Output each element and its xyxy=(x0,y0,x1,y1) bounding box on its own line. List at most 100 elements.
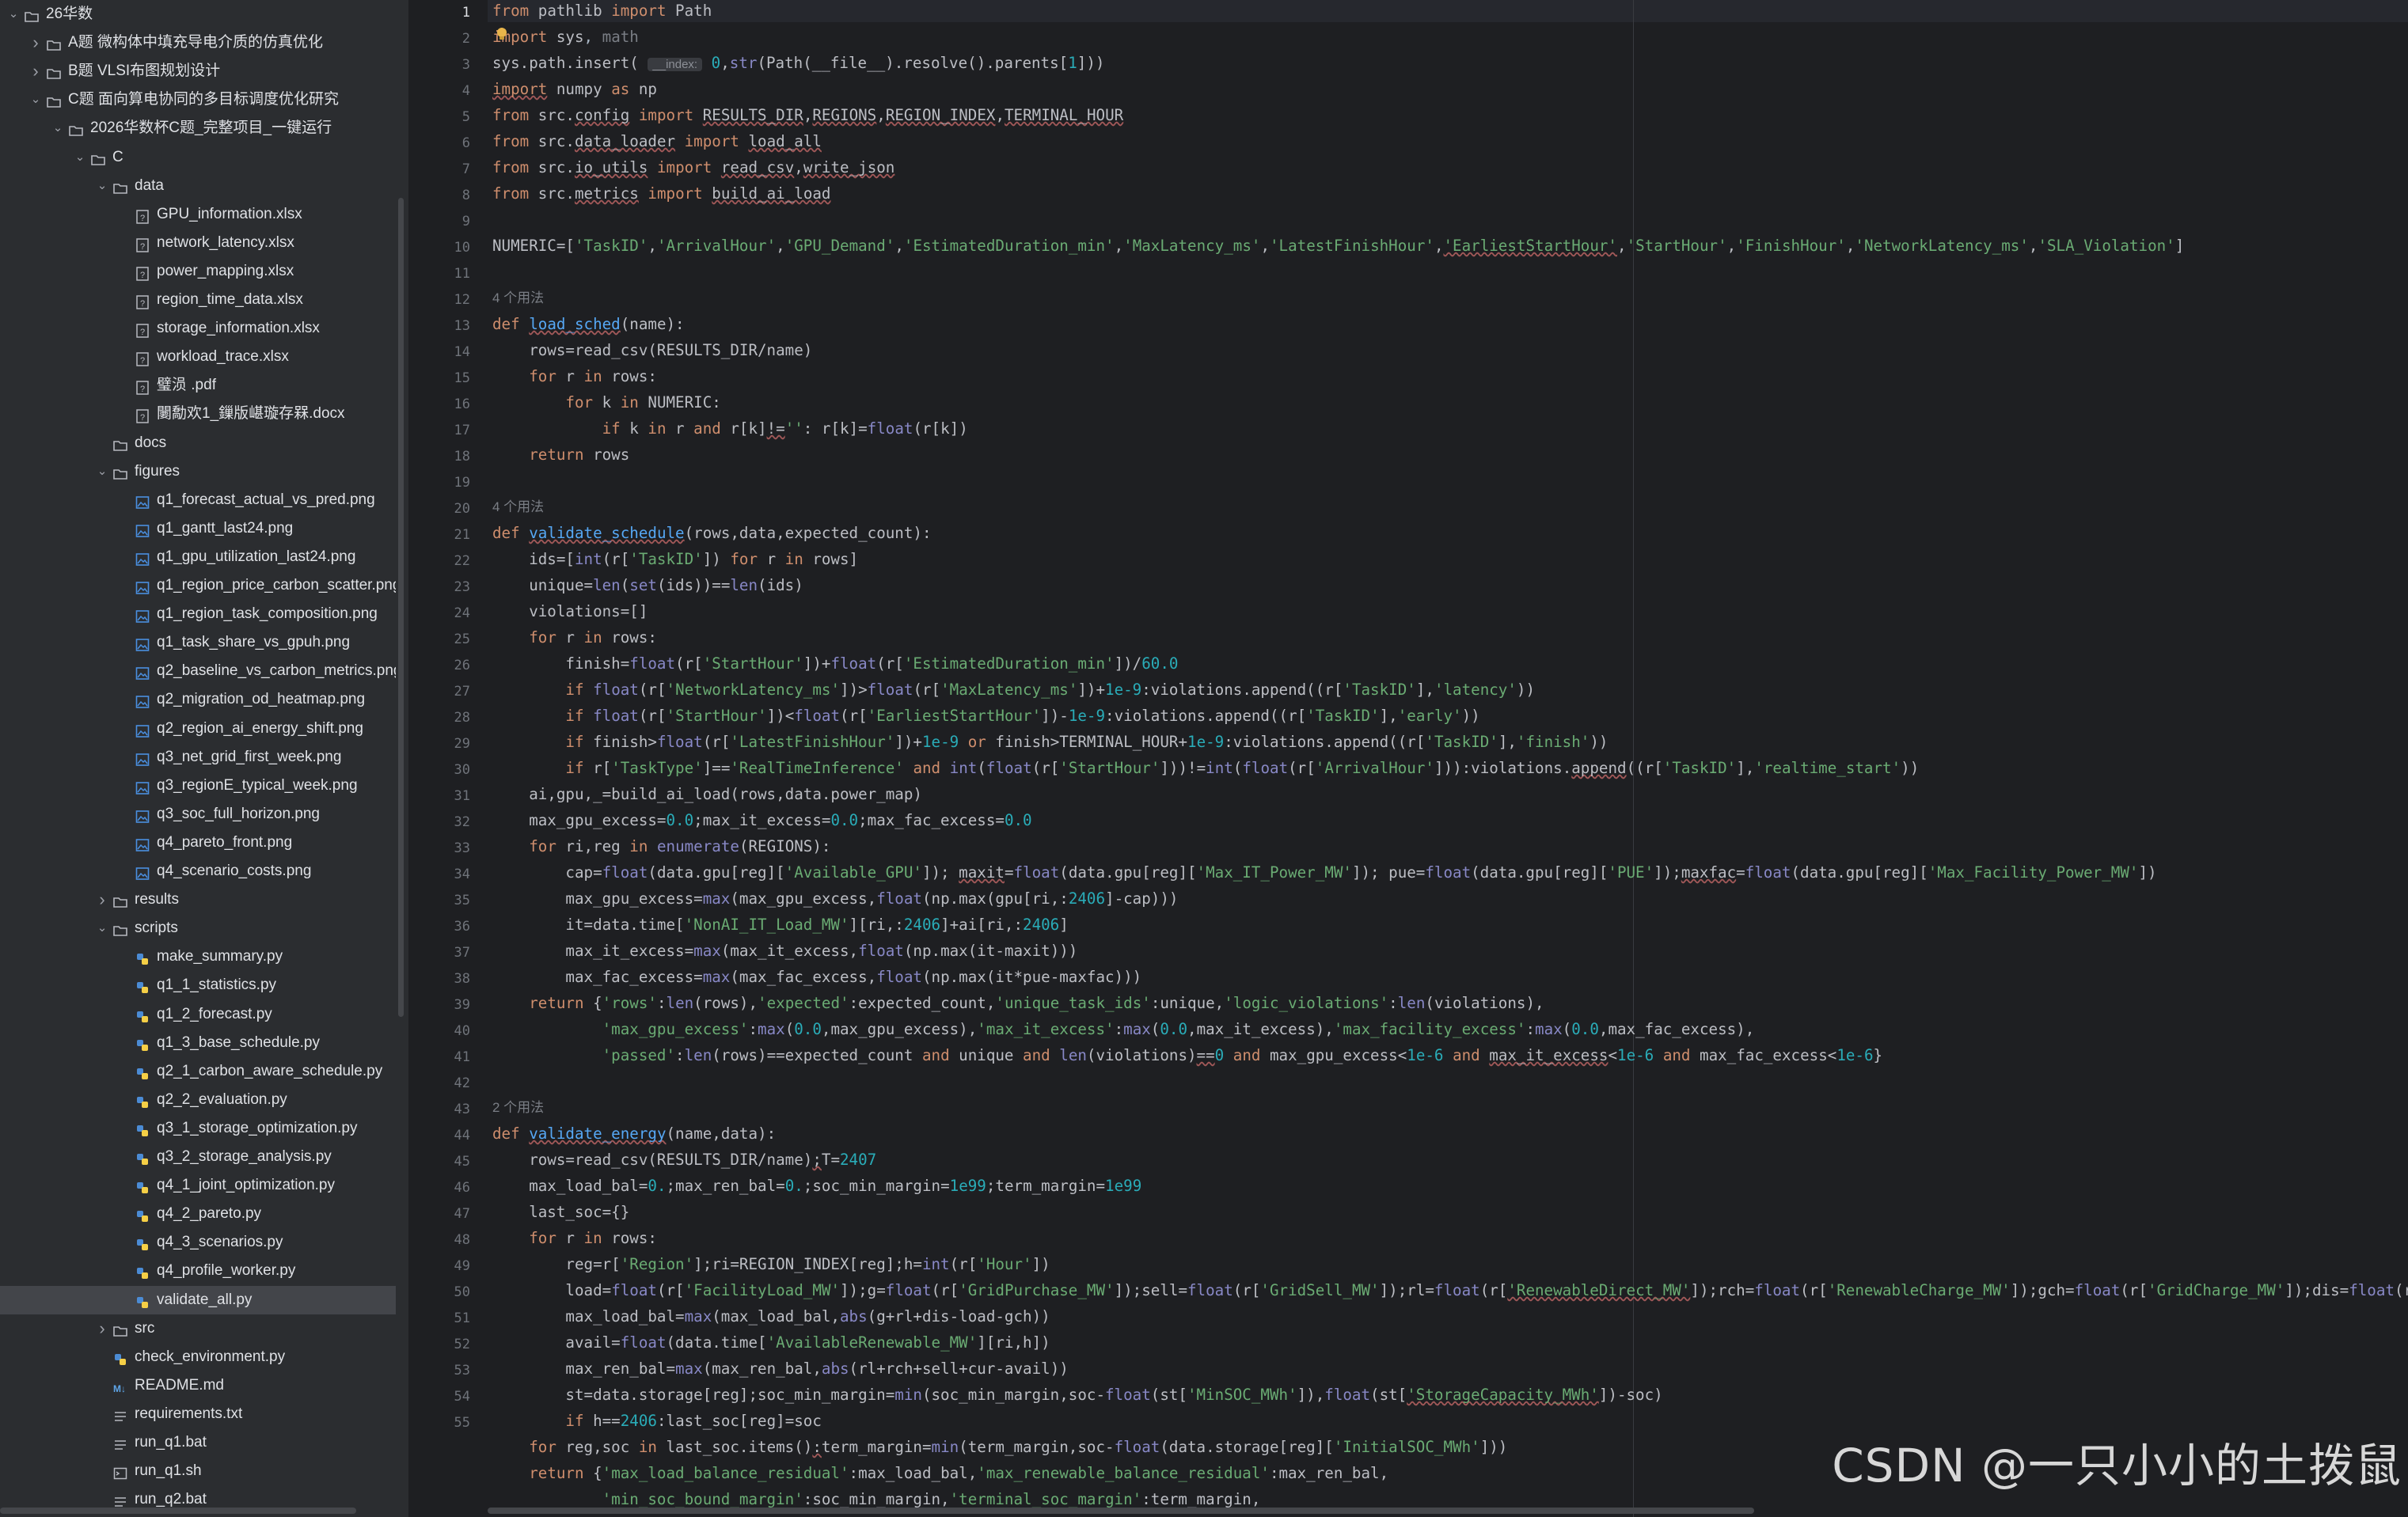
code-line-29[interactable]: ai,gpu,_=build_ai_load(rows,data.power_m… xyxy=(492,783,922,810)
editor-horizontal-scrollbar[interactable] xyxy=(488,1508,1754,1514)
chevron-down-icon[interactable]: ⌄ xyxy=(6,0,21,28)
code-line-26[interactable]: if float(r['StartHour'])<float(r['Earlie… xyxy=(492,705,1479,731)
code-line-8[interactable]: from src.metrics import build_ai_load xyxy=(492,183,830,209)
tree-file-item[interactable]: ? power_mapping.xlsx xyxy=(0,257,396,286)
tree-folder-item[interactable]: ⌄ data xyxy=(0,172,396,200)
tree-file-item[interactable]: q4_2_pareto.py xyxy=(0,1200,396,1228)
tree-file-item[interactable]: run_q1.bat xyxy=(0,1428,396,1457)
code-line-3[interactable]: sys.path.insert( __index: 0,str(Path(__f… xyxy=(492,52,1104,78)
code-line-38[interactable]: 'max_gpu_excess':max(0.0,max_gpu_excess)… xyxy=(492,1018,1755,1045)
chevron-right-icon[interactable]: › xyxy=(95,886,109,914)
tree-file-item[interactable]: ? 璧涢 .pdf xyxy=(0,371,396,400)
code-editor[interactable]: from pathlib import Path import sys, mat… xyxy=(488,0,2408,1517)
code-line-23[interactable]: for r in rows: xyxy=(492,627,657,653)
tree-file-item[interactable]: q3_soc_full_horizon.png xyxy=(0,800,396,829)
tree-file-item[interactable]: q4_profile_worker.py xyxy=(0,1257,396,1285)
code-line-36[interactable]: max_fac_excess=max(max_fac_excess,float(… xyxy=(492,966,1141,992)
code-line-6[interactable]: from src.data_loader import load_all xyxy=(492,131,822,157)
code-line-27[interactable]: if finish>float(r['LatestFinishHour'])+1… xyxy=(492,731,1608,757)
code-line-25[interactable]: if float(r['NetworkLatency_ms'])>float(r… xyxy=(492,679,1535,705)
tree-folder-item[interactable]: ⌄ scripts xyxy=(0,914,396,942)
tree-folder-item[interactable]: ⌄ 2026华数杯C题_完整项目_一键运行 xyxy=(0,114,396,142)
chevron-down-icon[interactable]: ⌄ xyxy=(95,457,109,486)
code-line-44[interactable]: last_soc={} xyxy=(492,1201,629,1227)
usage-hint-load-sched[interactable]: 4 个用法 xyxy=(492,287,544,309)
code-line-17[interactable]: return rows xyxy=(492,444,629,470)
tree-file-item[interactable]: q3_1_storage_optimization.py xyxy=(0,1114,396,1143)
code-line-30[interactable]: max_gpu_excess=0.0;max_it_excess=0.0;max… xyxy=(492,810,1031,836)
tree-file-item[interactable]: q4_3_scenarios.py xyxy=(0,1228,396,1257)
chevron-right-icon[interactable]: › xyxy=(28,57,43,85)
tree-file-item[interactable]: q1_3_base_schedule.py xyxy=(0,1029,396,1057)
code-line-51[interactable]: st=data.storage[reg];soc_min_margin=min(… xyxy=(492,1384,1662,1410)
tree-file-item[interactable]: ? storage_information.xlsx xyxy=(0,314,396,343)
tree-folder-item[interactable]: ⌄ C题 面向算电协同的多目标调度优化研究 xyxy=(0,85,396,114)
tree-horizontal-scrollbar[interactable] xyxy=(0,1508,356,1514)
tree-file-item[interactable]: q4_1_joint_optimization.py xyxy=(0,1171,396,1200)
tree-file-item[interactable]: validate_all.py xyxy=(0,1285,396,1314)
tree-file-item[interactable]: q1_region_task_composition.png xyxy=(0,600,396,628)
tree-file-item[interactable]: q1_2_forecast.py xyxy=(0,1000,396,1029)
code-line-7[interactable]: from src.io_utils import read_csv,write_… xyxy=(492,157,894,183)
tree-file-item[interactable]: q1_gantt_last24.png xyxy=(0,514,396,543)
tree-file-item[interactable]: q3_2_storage_analysis.py xyxy=(0,1143,396,1171)
tree-file-item[interactable]: ? network_latency.xlsx xyxy=(0,229,396,257)
code-line-47[interactable]: load=float(r['FacilityLoad_MW']);g=float… xyxy=(492,1280,2408,1306)
code-line-49[interactable]: avail=float(data.time['AvailableRenewabl… xyxy=(492,1332,1050,1358)
tree-file-item[interactable]: requirements.txt xyxy=(0,1400,396,1428)
tree-folder-item[interactable]: docs xyxy=(0,429,396,457)
tree-file-item[interactable]: q1_forecast_actual_vs_pred.png xyxy=(0,486,396,514)
code-line-28[interactable]: if r['TaskType']=='RealTimeInference' an… xyxy=(492,757,1919,783)
code-line-54[interactable]: return {'max_load_balance_residual':max_… xyxy=(492,1462,1388,1489)
tree-file-item[interactable]: q4_scenario_costs.png xyxy=(0,857,396,886)
code-line-21[interactable]: unique=len(set(ids))==len(ids) xyxy=(492,575,803,601)
tree-file-item[interactable]: q1_task_share_vs_gpuh.png xyxy=(0,628,396,657)
tree-file-item[interactable]: q2_1_carbon_aware_schedule.py xyxy=(0,1057,396,1086)
usage-hint-validate-energy[interactable]: 2 个用法 xyxy=(492,1097,544,1119)
code-line-50[interactable]: max_ren_bal=max(max_ren_bal,abs(rl+rch+s… xyxy=(492,1358,1068,1384)
tree-folder-item[interactable]: ⌄ C xyxy=(0,143,396,172)
code-line-43[interactable]: max_load_bal=0.;max_ren_bal=0.;soc_min_m… xyxy=(492,1175,1141,1201)
tree-file-item[interactable]: run_q1.sh xyxy=(0,1457,396,1485)
code-line-52[interactable]: if h==2406:last_soc[reg]=soc xyxy=(492,1410,821,1436)
code-line-16[interactable]: if k in r and r[k]!='': r[k]=float(r[k]) xyxy=(492,418,968,444)
tree-folder-item[interactable]: › results xyxy=(0,886,396,914)
chevron-down-icon[interactable]: ⌄ xyxy=(51,114,65,142)
code-line-41[interactable]: def validate_energy(name,data): xyxy=(492,1123,776,1149)
code-line-31[interactable]: for ri,reg in enumerate(REGIONS): xyxy=(492,836,830,862)
tree-file-item[interactable]: q2_baseline_vs_carbon_metrics.png xyxy=(0,657,396,685)
tree-file-item[interactable]: ? 闄勪欢1_鏁版嵁璇存槑.docx xyxy=(0,400,396,428)
usage-hint-validate-schedule[interactable]: 4 个用法 xyxy=(492,496,544,518)
tree-folder-item[interactable]: › B题 VLSI布图规划设计 xyxy=(0,57,396,85)
code-line-12[interactable]: def load_sched(name): xyxy=(492,313,685,339)
tree-file-item[interactable]: q2_region_ai_energy_shift.png xyxy=(0,715,396,743)
code-line-39[interactable]: 'passed':len(rows)==expected_count and u… xyxy=(492,1045,1882,1071)
chevron-right-icon[interactable]: › xyxy=(95,1314,109,1343)
code-line-53[interactable]: for reg,soc in last_soc.items():term_mar… xyxy=(492,1436,1507,1462)
code-line-20[interactable]: ids=[int(r['TaskID']) for r in rows] xyxy=(492,548,858,575)
code-line-19[interactable]: def validate_schedule(rows,data,expected… xyxy=(492,522,932,548)
code-line-24[interactable]: finish=float(r['StartHour'])+float(r['Es… xyxy=(492,653,1178,679)
project-tree[interactable]: ⌄ 26华数 › A题 微构体中填充导电介质的仿真优化 › B题 VLSI布图规划设计 ⌄ C… xyxy=(0,0,408,1517)
code-line-45[interactable]: for r in rows: xyxy=(492,1227,657,1253)
code-line-34[interactable]: it=data.time['NonAI_IT_Load_MW'][ri,:240… xyxy=(492,914,1068,940)
tree-file-item[interactable]: M↓ README.md xyxy=(0,1371,396,1400)
tree-file-item[interactable]: q2_migration_od_heatmap.png xyxy=(0,685,396,714)
tree-file-item[interactable]: q1_1_statistics.py xyxy=(0,971,396,999)
tree-file-item[interactable]: q1_region_price_carbon_scatter.png xyxy=(0,571,396,600)
code-line-48[interactable]: max_load_bal=max(max_load_bal,abs(g+rl+d… xyxy=(492,1306,1050,1332)
tree-file-item[interactable]: ? GPU_information.xlsx xyxy=(0,200,396,229)
chevron-down-icon[interactable]: ⌄ xyxy=(95,914,109,942)
code-line-33[interactable]: max_gpu_excess=max(max_gpu_excess,float(… xyxy=(492,888,1178,914)
tree-folder-item[interactable]: ⌄ 26华数 xyxy=(0,0,396,28)
tree-folder-item[interactable]: › src xyxy=(0,1314,396,1343)
chevron-down-icon[interactable]: ⌄ xyxy=(28,85,43,114)
tree-file-item[interactable]: q1_gpu_utilization_last24.png xyxy=(0,543,396,571)
code-line-14[interactable]: for r in rows: xyxy=(492,366,657,392)
code-line-1[interactable]: from pathlib import Path xyxy=(492,0,712,26)
chevron-down-icon[interactable]: ⌄ xyxy=(95,172,109,200)
tree-file-item[interactable]: q3_net_grid_first_week.png xyxy=(0,743,396,772)
code-line-4[interactable]: import numpy as np xyxy=(492,78,657,104)
chevron-right-icon[interactable]: › xyxy=(28,28,43,57)
tree-file-item[interactable]: check_environment.py xyxy=(0,1343,396,1371)
